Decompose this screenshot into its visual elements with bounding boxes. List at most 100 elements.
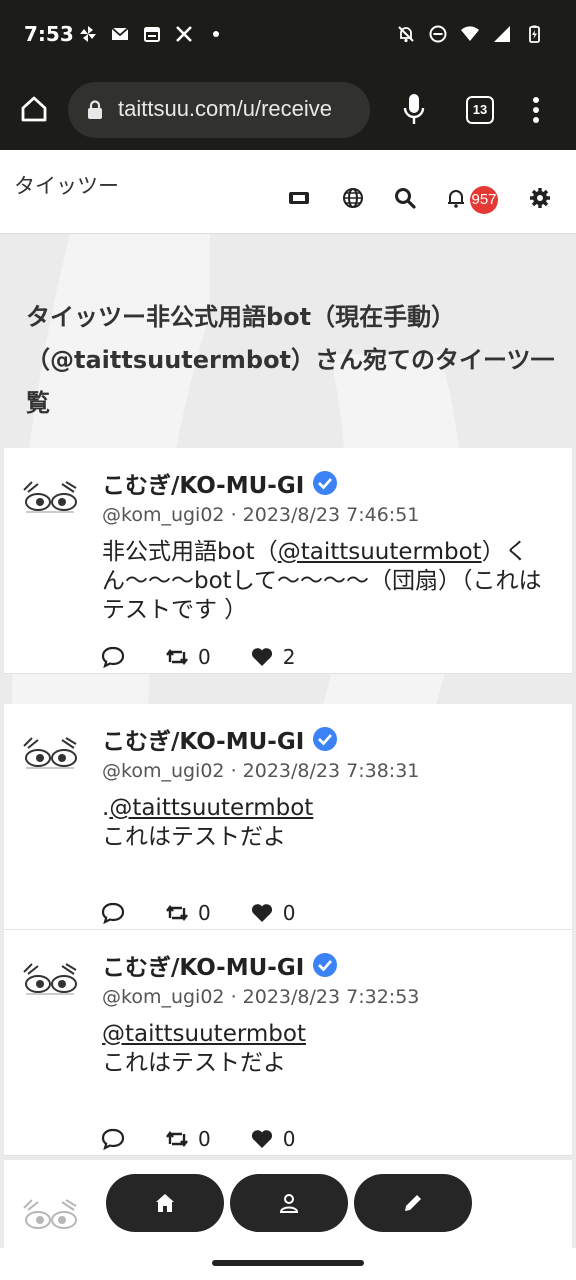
status-left-icons bbox=[78, 24, 226, 44]
retweet-icon bbox=[166, 905, 188, 921]
author-handle[interactable]: @kom_ugi02 bbox=[102, 760, 225, 782]
notifications-off-icon bbox=[396, 24, 416, 44]
post-card[interactable]: こむぎ/KO-MU-GI @kom_ugi02 · 2023/8/23 7:38… bbox=[4, 704, 572, 930]
reply-bubble-icon bbox=[101, 902, 125, 925]
page-heading: タイッツー非公式用語bot（現在手動）（@taittsuutermbot）さん宛… bbox=[26, 303, 555, 417]
post-actions: 0 2 bbox=[100, 644, 333, 670]
tab-switcher-button[interactable]: 13 bbox=[466, 96, 494, 124]
author-name[interactable]: こむぎ/KO-MU-GI bbox=[102, 466, 304, 500]
reply-button[interactable] bbox=[100, 644, 126, 670]
post-meta: @kom_ugi02 · 2023/8/23 7:32:53 bbox=[102, 986, 419, 1008]
post-text: 非公式用語bot（ bbox=[102, 539, 278, 565]
pinwheel-icon bbox=[78, 24, 98, 44]
mention-link[interactable]: @taittsuutermbot bbox=[278, 539, 482, 565]
avatar[interactable] bbox=[18, 724, 82, 788]
address-bar[interactable]: taittsuu.com/u/receive bbox=[68, 82, 370, 138]
retweet-button[interactable]: 0 bbox=[164, 900, 211, 926]
status-time: 7:53 bbox=[24, 22, 74, 46]
post-card[interactable]: こむぎ/KO-MU-GI @kom_ugi02 · 2023/8/23 7:32… bbox=[4, 930, 572, 1156]
heart-icon bbox=[251, 648, 272, 666]
author-handle[interactable]: @kom_ugi02 bbox=[102, 986, 225, 1008]
gesture-handle[interactable] bbox=[212, 1260, 364, 1266]
status-bar: 7:53 bbox=[0, 0, 576, 70]
reply-button[interactable] bbox=[100, 1126, 126, 1152]
post-meta: @kom_ugi02 · 2023/8/23 7:38:31 bbox=[102, 760, 419, 782]
retweet-icon bbox=[166, 649, 188, 665]
post-timestamp[interactable]: 2023/8/23 7:38:31 bbox=[243, 760, 420, 782]
globe-icon[interactable] bbox=[341, 186, 365, 210]
post-timestamp[interactable]: 2023/8/23 7:46:51 bbox=[243, 504, 420, 526]
post-body: @taittsuutermbot これはテストだよ bbox=[102, 1020, 562, 1078]
battery-charging-icon bbox=[524, 24, 544, 44]
x-logo-icon bbox=[174, 24, 194, 44]
verified-badge-icon bbox=[312, 952, 338, 978]
lock-icon bbox=[86, 100, 104, 120]
post-actions: 0 0 bbox=[100, 1126, 333, 1152]
nav-compose-button[interactable] bbox=[354, 1174, 472, 1232]
author-name[interactable]: こむぎ/KO-MU-GI bbox=[102, 722, 304, 756]
meta-separator: · bbox=[230, 986, 237, 1008]
reply-bubble-icon bbox=[101, 1128, 125, 1151]
post-body: .@taittsuutermbot これはテストだよ bbox=[102, 794, 562, 852]
app-title[interactable]: タイッツー bbox=[14, 170, 119, 200]
author-row: こむぎ/KO-MU-GI bbox=[102, 948, 338, 982]
post-timestamp[interactable]: 2023/8/23 7:32:53 bbox=[243, 986, 420, 1008]
post-actions: 0 0 bbox=[100, 900, 333, 926]
post-text: これはテストだよ bbox=[102, 1050, 286, 1076]
home-icon[interactable] bbox=[18, 93, 50, 125]
browser-toolbar: taittsuu.com/u/receive 13 bbox=[0, 70, 576, 150]
pencil-icon bbox=[405, 1195, 421, 1211]
bell-icon[interactable] bbox=[444, 186, 468, 210]
like-count: 2 bbox=[282, 645, 296, 669]
verified-badge-icon bbox=[312, 470, 338, 496]
nav-home-button[interactable] bbox=[106, 1174, 224, 1232]
retweet-button[interactable]: 0 bbox=[164, 1126, 211, 1152]
avatar[interactable] bbox=[18, 1186, 82, 1248]
author-handle[interactable]: @kom_ugi02 bbox=[102, 504, 225, 526]
mention-link[interactable]: @taittsuutermbot bbox=[109, 795, 313, 821]
home-icon bbox=[156, 1194, 174, 1212]
mail-icon bbox=[110, 24, 130, 44]
nav-profile-button[interactable] bbox=[230, 1174, 348, 1232]
post-text: これはテストだよ bbox=[102, 824, 286, 850]
author-name[interactable]: こむぎ/KO-MU-GI bbox=[102, 948, 304, 982]
wifi-icon bbox=[460, 24, 480, 44]
do-not-disturb-icon bbox=[428, 24, 448, 44]
dot-icon bbox=[206, 24, 226, 44]
retweet-count: 0 bbox=[198, 901, 211, 925]
retweet-count: 0 bbox=[198, 1127, 211, 1151]
avatar[interactable] bbox=[18, 468, 82, 532]
notification-count-badge[interactable]: 957 bbox=[470, 186, 498, 214]
retweet-button[interactable]: 0 bbox=[164, 644, 211, 670]
verified-badge-icon bbox=[312, 726, 338, 752]
like-button[interactable]: 0 bbox=[249, 900, 296, 926]
gesture-bar bbox=[0, 1248, 576, 1280]
meta-separator: · bbox=[230, 760, 237, 782]
signal-icon bbox=[492, 24, 512, 44]
like-count: 0 bbox=[282, 901, 296, 925]
calendar-icon bbox=[142, 24, 162, 44]
settings-gear-icon[interactable] bbox=[528, 186, 552, 210]
microphone-icon[interactable] bbox=[400, 92, 428, 126]
url-text: taittsuu.com/u/receive bbox=[118, 96, 332, 121]
author-row: こむぎ/KO-MU-GI bbox=[102, 722, 338, 756]
post-card[interactable]: こむぎ/KO-MU-GI @kom_ugi02 · 2023/8/23 7:46… bbox=[4, 448, 572, 674]
meta-separator: · bbox=[230, 504, 237, 526]
reply-button[interactable] bbox=[100, 900, 126, 926]
avatar[interactable] bbox=[18, 950, 82, 1014]
author-row: こむぎ/KO-MU-GI bbox=[102, 466, 338, 500]
like-button[interactable]: 2 bbox=[249, 644, 296, 670]
heart-icon bbox=[251, 1130, 272, 1148]
like-button[interactable]: 0 bbox=[249, 1126, 296, 1152]
mention-link[interactable]: @taittsuutermbot bbox=[102, 1021, 306, 1047]
user-icon bbox=[279, 1194, 299, 1213]
more-options-icon[interactable] bbox=[526, 94, 546, 126]
search-icon[interactable] bbox=[393, 186, 417, 210]
retweet-count: 0 bbox=[198, 645, 211, 669]
post-body: 非公式用語bot（@taittsuutermbot）くん〜〜〜botして〜〜〜〜… bbox=[102, 538, 562, 625]
ticket-icon[interactable] bbox=[287, 186, 311, 210]
retweet-icon bbox=[166, 1131, 188, 1147]
like-count: 0 bbox=[282, 1127, 296, 1151]
reply-bubble-icon bbox=[101, 646, 125, 669]
heart-icon bbox=[251, 904, 272, 922]
